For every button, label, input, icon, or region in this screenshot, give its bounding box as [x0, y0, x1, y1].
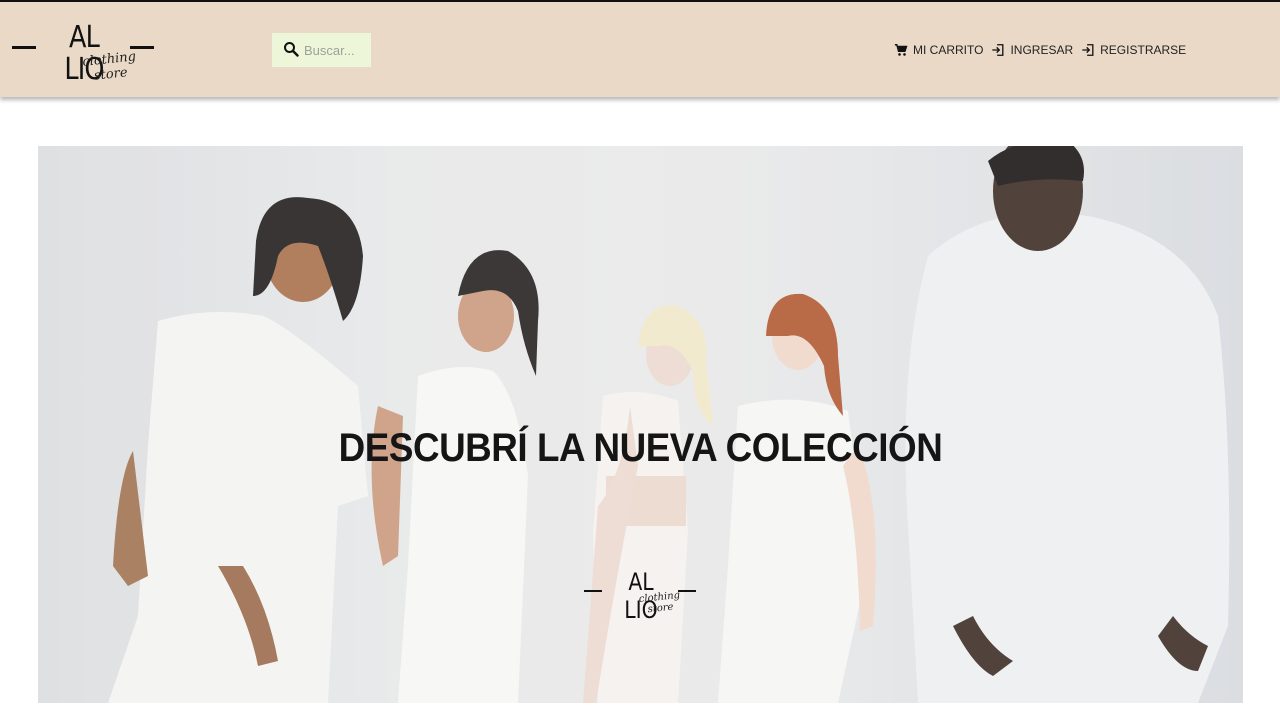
nav-login-label: INGRESAR: [1010, 43, 1074, 57]
hero-banner[interactable]: DESCUBRÍ LA NUEVA COLECCIÓN AL LIO cloth…: [38, 146, 1243, 703]
hero-headline: DESCUBRÍ LA NUEVA COLECCIÓN: [338, 426, 943, 470]
search-input[interactable]: [304, 40, 368, 60]
header-nav: MI CARRITO INGRESAR REGISTRARSE: [894, 40, 1194, 60]
nav-register-link[interactable]: REGISTRARSE: [1081, 43, 1186, 57]
search-icon[interactable]: [283, 41, 299, 57]
search-box: [272, 33, 371, 67]
site-logo[interactable]: AL LIO clothing store: [12, 22, 162, 86]
nav-cart-label: MI CARRITO: [913, 43, 984, 57]
nav-register-label: REGISTRARSE: [1100, 43, 1187, 57]
logo-dash-left: [12, 46, 36, 49]
register-icon: [1082, 44, 1094, 56]
hero-logo-dash-left: [584, 590, 602, 592]
site-header: AL LIO clothing store MI CARRITO INGRES: [0, 2, 1280, 97]
cart-icon: [894, 44, 908, 56]
login-icon: [992, 44, 1004, 56]
nav-login-link[interactable]: INGRESAR: [991, 43, 1073, 57]
nav-cart-link[interactable]: MI CARRITO: [894, 43, 983, 57]
hero-logo: AL LIO clothing store: [584, 568, 700, 624]
